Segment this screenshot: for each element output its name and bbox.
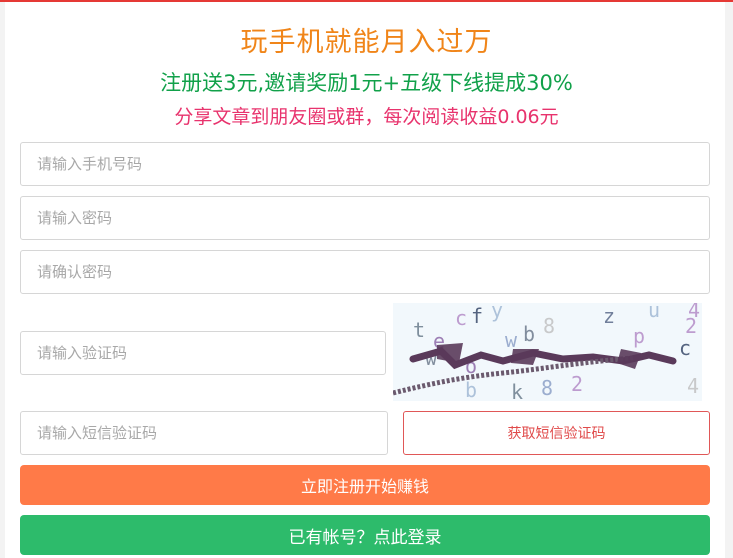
svg-text:k: k [511,380,523,401]
promo-text: 分享文章到朋友圈或群，每次阅读收益0.06元 [174,106,559,128]
get-sms-code-button[interactable]: 获取短信验证码 [403,411,710,455]
svg-text:c: c [679,336,691,360]
captcha-input[interactable] [20,331,386,375]
confirm-password-input[interactable] [20,250,710,294]
svg-text:4: 4 [687,374,699,398]
svg-text:c: c [455,306,467,330]
svg-text:8: 8 [541,376,553,400]
svg-text:u: u [648,303,660,322]
captcha-image[interactable]: t e c f y w b 8 z p u 4 c w o 2 8 b k 4 … [393,303,702,401]
login-link-button[interactable]: 已有帐号？点此登录 [20,515,710,555]
svg-text:b: b [523,322,535,346]
password-input[interactable] [20,196,710,240]
page-headline: 玩手机就能月入过万 [240,27,493,58]
bonus-subheadline: 注册送3元,邀请奖励1元+五级下线提成30% [160,71,573,95]
svg-text:t: t [413,318,425,342]
register-button[interactable]: 立即注册开始赚钱 [20,465,710,505]
captcha-noise-graphic: t e c f y w b 8 z p u 4 c w o 2 8 b k 4 … [393,303,700,401]
svg-text:f: f [471,304,483,328]
svg-text:b: b [465,378,477,401]
sms-code-input[interactable] [20,411,388,455]
svg-text:p: p [633,324,645,348]
phone-input[interactable] [20,142,710,186]
svg-text:8: 8 [543,314,555,338]
svg-text:z: z [603,304,615,328]
svg-text:2: 2 [571,372,583,396]
svg-text:w: w [505,328,518,352]
svg-text:2: 2 [685,314,697,338]
svg-text:y: y [491,303,503,322]
